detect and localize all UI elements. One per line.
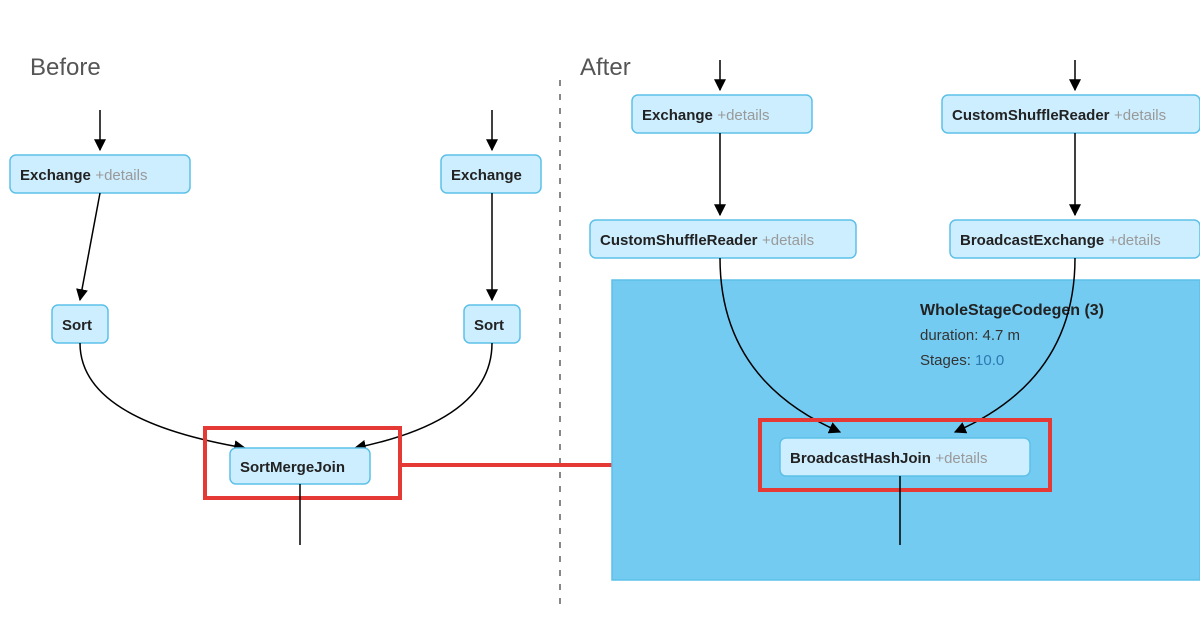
- svg-text:BroadcastHashJoin +details: BroadcastHashJoin +details: [790, 450, 987, 467]
- node-label: CustomShuffleReader: [952, 107, 1110, 124]
- edge: [355, 343, 492, 448]
- node-label: Sort: [474, 317, 504, 334]
- details-link[interactable]: +details: [935, 450, 987, 467]
- node-sort-right[interactable]: Sort: [464, 305, 520, 343]
- svg-text:CustomShuffleReader +details: CustomShuffleReader +details: [600, 232, 814, 249]
- node-label: Exchange: [20, 167, 91, 184]
- node-label: SortMergeJoin: [240, 459, 345, 476]
- stage-stages-label: Stages:: [920, 352, 975, 369]
- node-label: BroadcastHashJoin: [790, 450, 931, 467]
- node-exchange-left[interactable]: Exchange +details: [10, 155, 190, 193]
- stage-duration: duration: 4.7 m: [920, 327, 1020, 344]
- stage-stages-link[interactable]: 10.0: [975, 352, 1004, 369]
- node-label: Sort: [62, 317, 92, 334]
- stage-title: WholeStageCodegen (3): [920, 302, 1104, 319]
- node-sort-left[interactable]: Sort: [52, 305, 108, 343]
- node-after-exchange[interactable]: Exchange +details: [632, 95, 812, 133]
- node-label: Exchange: [451, 167, 522, 184]
- node-exchange-right[interactable]: Exchange: [441, 155, 541, 193]
- heading-after: After: [580, 54, 631, 81]
- edge: [80, 343, 245, 448]
- node-after-broadcast-exchange[interactable]: BroadcastExchange +details: [950, 220, 1200, 258]
- details-link[interactable]: +details: [1114, 107, 1166, 124]
- node-after-csr-left[interactable]: CustomShuffleReader +details: [590, 220, 856, 258]
- details-link[interactable]: +details: [1109, 232, 1161, 249]
- details-link[interactable]: +details: [95, 167, 147, 184]
- node-sort-merge-join[interactable]: SortMergeJoin: [230, 448, 370, 484]
- details-link[interactable]: +details: [762, 232, 814, 249]
- node-broadcast-hash-join[interactable]: BroadcastHashJoin +details: [780, 438, 1030, 476]
- edge: [80, 193, 100, 300]
- node-label: Exchange: [642, 107, 713, 124]
- node-label: BroadcastExchange: [960, 232, 1104, 249]
- svg-text:Exchange +details: Exchange +details: [642, 107, 769, 124]
- stage-codegen-box: [612, 280, 1200, 580]
- heading-before: Before: [30, 54, 101, 81]
- node-label: CustomShuffleReader: [600, 232, 758, 249]
- svg-text:BroadcastExchange +details: BroadcastExchange +details: [960, 232, 1161, 249]
- details-link[interactable]: +details: [717, 107, 769, 124]
- svg-text:CustomShuffleReader +details: CustomShuffleReader +details: [952, 107, 1166, 124]
- node-after-csr-top[interactable]: CustomShuffleReader +details: [942, 95, 1200, 133]
- svg-text:Stages: 10.0: Stages: 10.0: [920, 352, 1004, 369]
- svg-text:Exchange +details: Exchange +details: [20, 167, 147, 184]
